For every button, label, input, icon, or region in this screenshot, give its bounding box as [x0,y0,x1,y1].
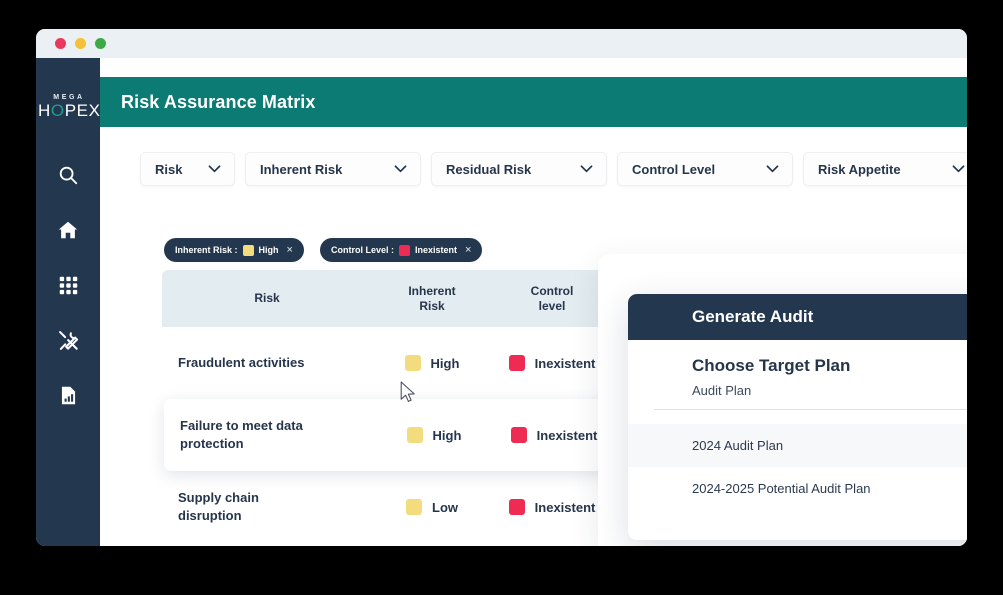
control-level-swatch [510,427,527,443]
chevron-down-icon [208,160,221,178]
inherent-risk-swatch [406,499,422,515]
filter-select-risk-appetite[interactable]: Risk Appetite [803,152,967,186]
browser-window: MEGA HOPEX Risk Assurance Matrix Risk In… [36,29,967,546]
window-titlebar [36,29,967,58]
filter-chip-inherent-risk-swatch [242,244,254,256]
table-cell-inherent-risk: High [374,427,494,443]
filter-chip-control-level[interactable]: Control Level : Inexistent × [319,238,483,262]
logo-hopex-pex: PEX [64,101,101,120]
close-icon[interactable]: × [465,244,471,256]
control-level-label: Inexistent [534,355,596,371]
filter-select-inherent-risk-label: Inherent Risk [260,161,343,177]
filter-chip-inherent-risk-field: Inherent Risk : [175,245,238,255]
table-cell-risk: Failure to meet data protection [164,417,374,453]
table-cell-control-level: Inexistent [492,355,612,371]
maximize-window-button[interactable] [95,38,106,49]
table-cell-risk: Supply chain disruption [162,489,372,525]
table-column-header-control-level-line1: Control [530,283,574,298]
plan-list-item-2024-2025[interactable]: 2024-2025 Potential Audit Plan [628,467,967,510]
logo-hopex-text: HOPEX [38,101,101,120]
chevron-down-icon [766,160,779,178]
filter-select-risk-label: Risk [155,161,183,177]
modal-title: Generate Audit [692,307,814,326]
filter-chip-control-level-field: Control Level : [330,245,394,255]
page-title: Risk Assurance Matrix [121,91,316,112]
table-column-header-risk: Risk [254,291,280,305]
tools-icon [57,329,80,352]
logo-hopex-h: H [38,101,51,120]
chevron-down-icon [394,160,407,178]
close-window-button[interactable] [55,38,66,49]
sidebar-item-tools[interactable] [51,325,85,355]
plan-list-item-2024[interactable]: 2024 Audit Plan [628,424,967,467]
table-cell-control-level: Inexistent [494,427,614,443]
table-cell-risk-line1: Supply chain [178,490,259,505]
table-cell-risk-line2: protection [180,436,244,451]
minimize-window-button[interactable] [75,38,86,49]
page-header: Risk Assurance Matrix [100,77,967,127]
modal-divider [654,409,967,410]
filter-chip-inherent-risk[interactable]: Inherent Risk : High × [164,238,304,262]
screenshot-stage: MEGA HOPEX Risk Assurance Matrix Risk In… [0,0,1003,595]
modal-body: Choose Target Plan Audit Plan 2024 Audit… [628,340,967,510]
sidebar-item-apps[interactable] [51,270,85,300]
chevron-down-icon [952,160,965,178]
report-icon [58,385,79,406]
logo-hopex-o: O [50,101,65,120]
home-icon [57,219,79,241]
table-cell-risk-line1: Failure to meet data [180,418,303,433]
control-level-swatch [508,355,525,371]
inherent-risk-label: High [430,355,460,371]
control-level-swatch [508,499,525,515]
filter-bar: Risk Inherent Risk Residual Risk Control… [140,152,967,186]
control-level-label: Inexistent [534,499,596,515]
sidebar-item-home[interactable] [51,215,85,245]
inherent-risk-label: High [432,427,462,443]
table-cell-risk-line2: disruption [178,508,242,523]
sidebar-item-search[interactable] [51,160,85,190]
control-level-label: Inexistent [536,427,598,443]
search-icon [57,164,79,186]
app-logo: MEGA HOPEX [38,93,101,120]
table-column-header-control-level: Control level [492,284,612,314]
table-column-header-inherent-risk-line1: Inherent [408,283,456,298]
sidebar: MEGA HOPEX [36,58,100,546]
table-column-header-inherent-risk-line2: Risk [419,298,445,313]
inherent-risk-label: Low [432,499,458,515]
close-icon[interactable]: × [287,244,293,256]
filter-chip-control-level-swatch [398,244,410,256]
active-filter-chips: Inherent Risk : High × Control Level : I… [164,238,483,262]
filter-chip-control-level-value: Inexistent [414,245,457,255]
generate-audit-modal: Generate Audit Choose Target Plan Audit … [628,294,967,540]
window-controls [55,38,106,49]
sidebar-nav [51,160,85,410]
table-column-header-inherent-risk: Inherent Risk [372,284,492,314]
main-content: Risk Assurance Matrix Risk Inherent Risk [100,58,967,546]
filter-select-control-level[interactable]: Control Level [617,152,793,186]
chevron-down-icon [580,160,593,178]
inherent-risk-swatch [404,355,421,371]
filter-select-risk-appetite-label: Risk Appetite [818,161,901,177]
filter-select-risk[interactable]: Risk [140,152,235,186]
table-cell-inherent-risk: Low [372,499,492,515]
sidebar-item-reports[interactable] [51,380,85,410]
modal-section-title: Choose Target Plan [692,356,851,375]
grid-icon [58,275,79,296]
table-cell-control-level: Inexistent [492,499,612,515]
target-plan-list: 2024 Audit Plan 2024-2025 Potential Audi… [628,424,967,510]
table-column-header-control-level-line2: level [538,298,566,313]
filter-select-control-level-label: Control Level [632,161,716,177]
filter-select-residual-risk[interactable]: Residual Risk [431,152,607,186]
filter-select-residual-risk-label: Residual Risk [446,161,532,177]
table-cell-risk: Fraudulent activities [178,355,305,370]
table-cell-inherent-risk: High [372,355,492,371]
filter-chip-inherent-risk-value: High [258,245,279,255]
modal-subtitle: Audit Plan [692,383,752,398]
inherent-risk-swatch [406,427,423,443]
filter-select-inherent-risk[interactable]: Inherent Risk [245,152,421,186]
modal-header: Generate Audit [628,294,967,340]
